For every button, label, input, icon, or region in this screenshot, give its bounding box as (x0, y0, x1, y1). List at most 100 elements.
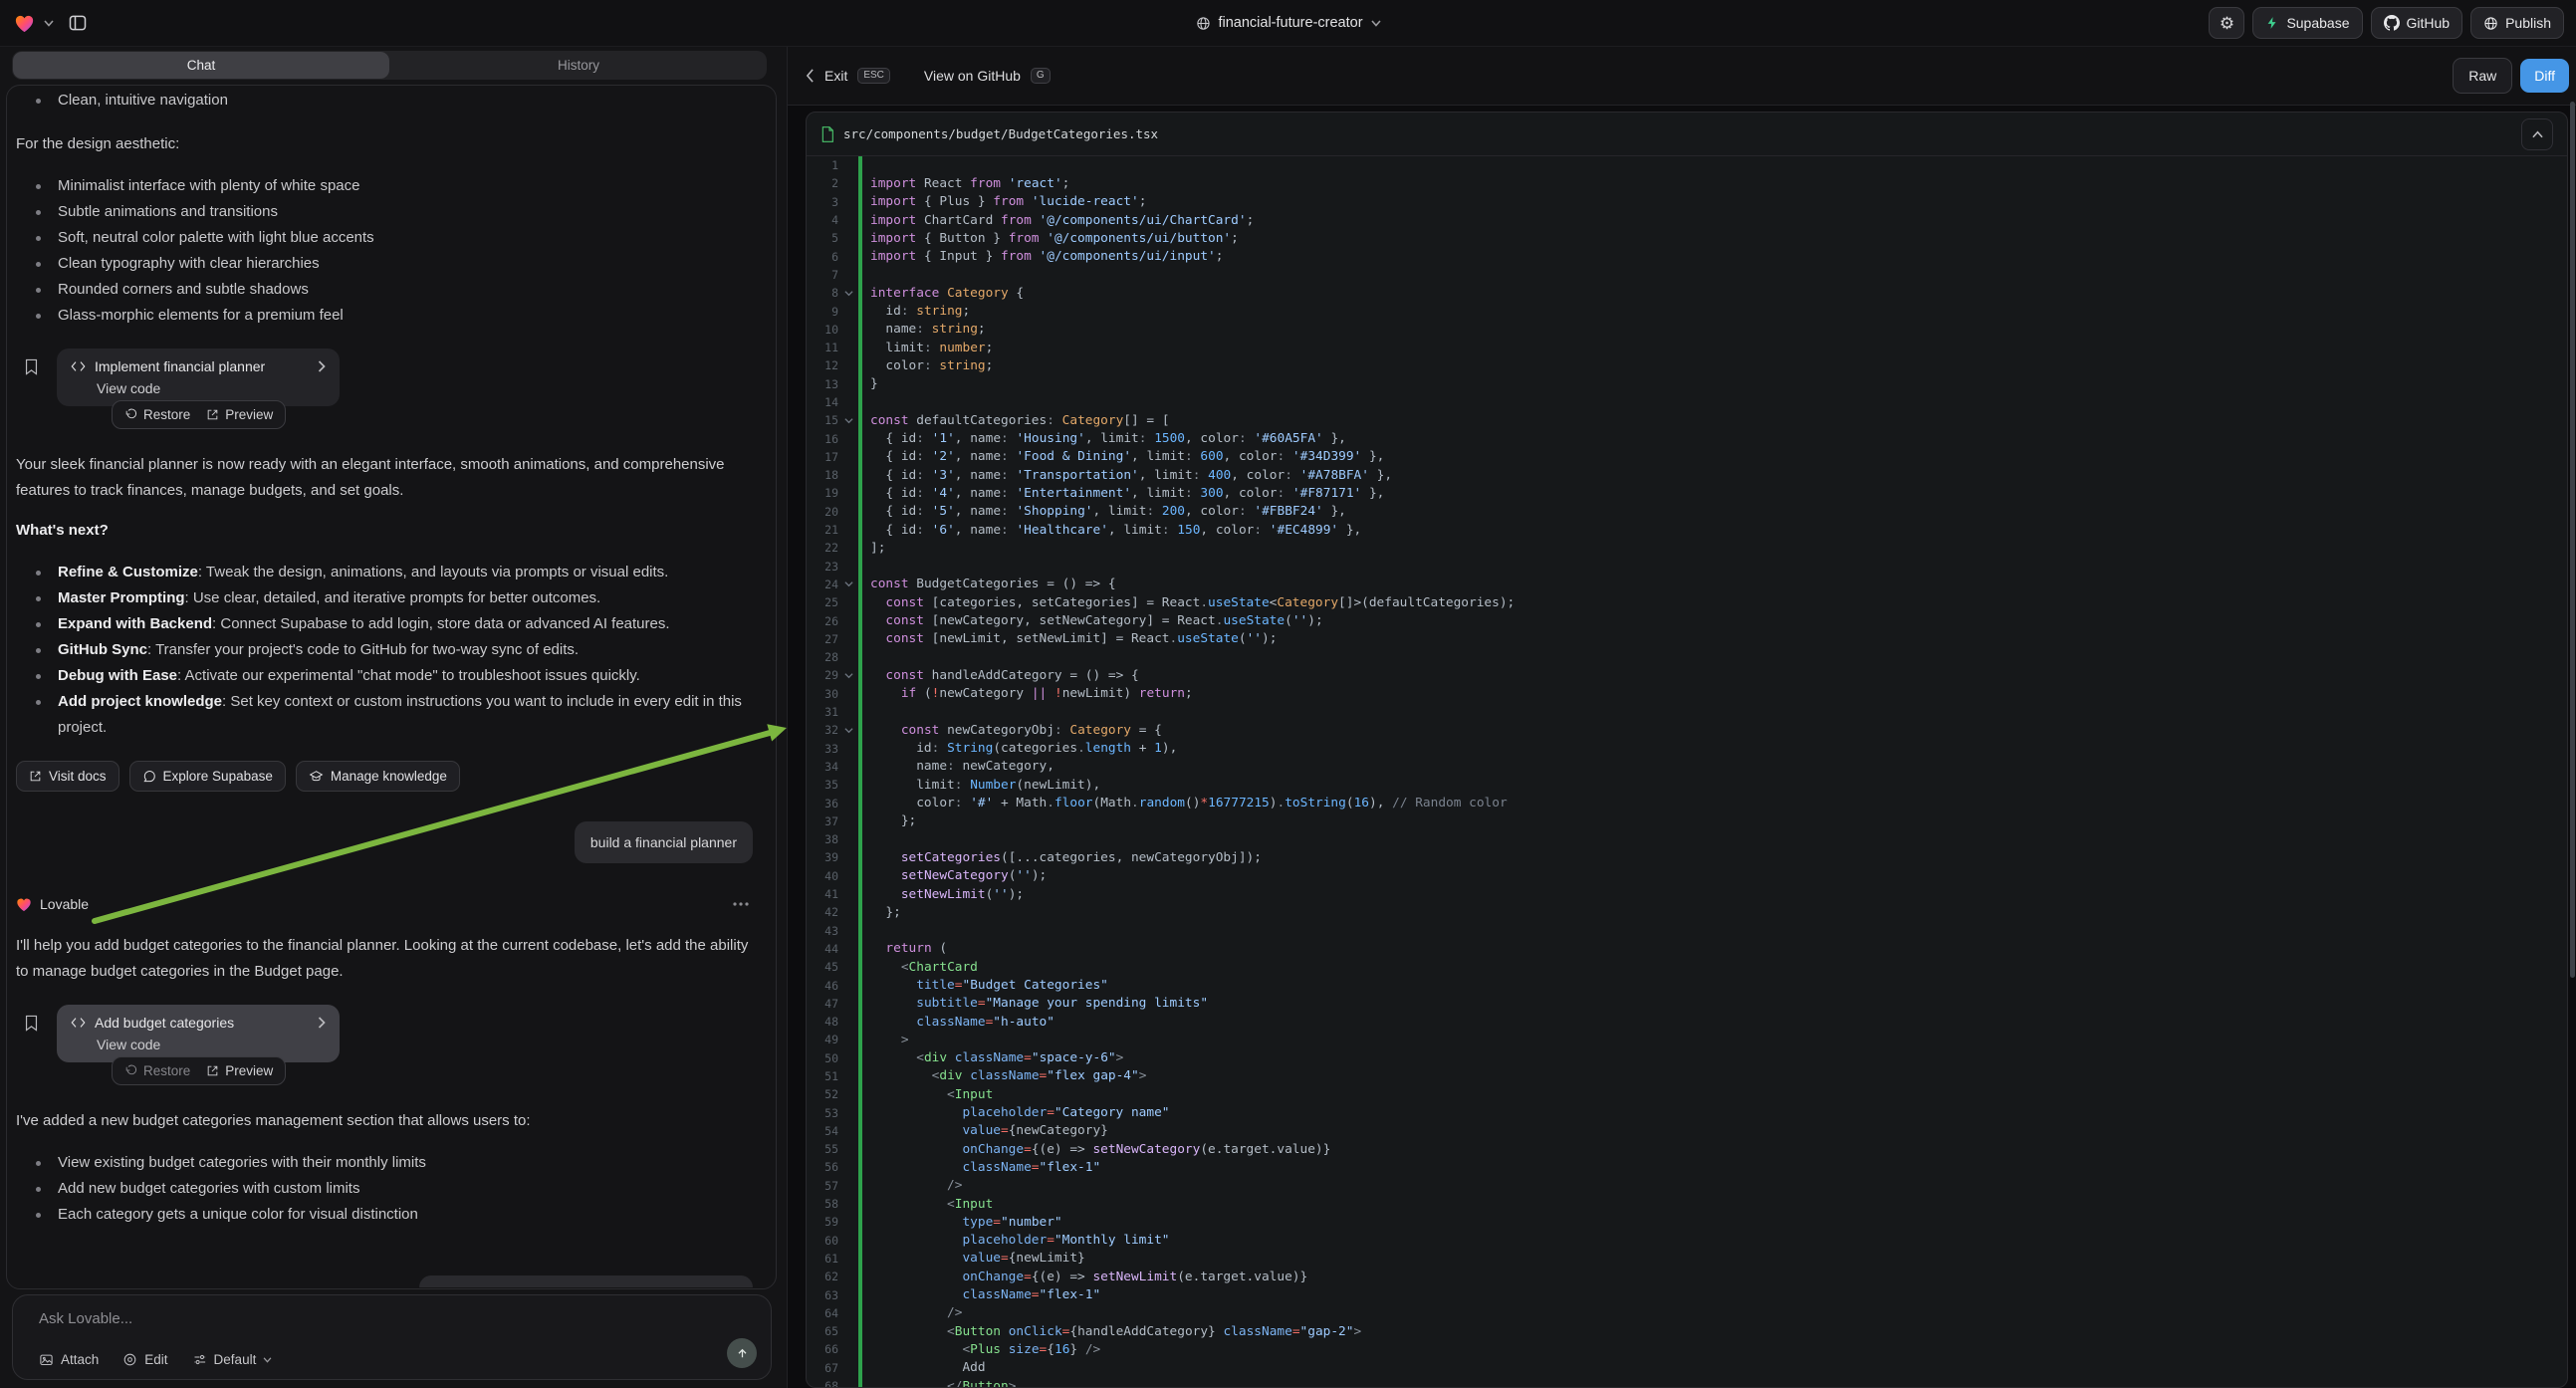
code-line: 11 limit: number; (807, 339, 2567, 356)
chat-bullet-list: View existing budget categories with the… (16, 1150, 763, 1228)
preview-label: Preview (225, 1058, 273, 1084)
version-card-block: Implement financial plannerView codeRest… (16, 348, 763, 434)
diff-toggle-button[interactable]: Diff (2520, 59, 2569, 93)
tab-chat[interactable]: Chat (13, 52, 389, 79)
line-number: 32 (807, 723, 838, 737)
supabase-button[interactable]: Supabase (2252, 7, 2362, 39)
line-number: 25 (807, 595, 838, 609)
manage-knowledge-button[interactable]: Manage knowledge (296, 761, 460, 792)
code-line: 17 { id: '2', name: 'Food & Dining', lim… (807, 448, 2567, 466)
view-code-link[interactable]: View code (97, 1035, 326, 1054)
publish-button[interactable]: Publish (2470, 7, 2564, 39)
fold-chevron-icon[interactable] (838, 289, 858, 298)
github-label: GitHub (2407, 15, 2451, 31)
view-on-github-link[interactable]: View on GitHub (924, 68, 1021, 84)
code-line: 25 const [categories, setCategories] = R… (807, 593, 2567, 611)
message-menu-icon[interactable] (733, 902, 763, 906)
composer[interactable]: Ask Lovable... Attach Edit (12, 1294, 772, 1380)
user-message-bubble: would be cool if you could add budget ca… (419, 1275, 753, 1287)
code-line: 19 { id: '4', name: 'Entertainment', lim… (807, 484, 2567, 502)
code-icon (71, 1017, 86, 1029)
send-button[interactable] (727, 1338, 757, 1368)
agent-message-header: Lovable (16, 893, 763, 915)
chat-heading: What's next? (16, 518, 763, 544)
app-window: financial-future-creator ⚙ Supabase GitH… (0, 0, 2576, 1388)
code-header-left: Exit ESC View on GitHub G (806, 46, 1051, 106)
code-lines: 12import React from 'react';3import { Pl… (807, 156, 2567, 1387)
chevron-right-icon (318, 360, 326, 372)
line-number: 5 (807, 231, 838, 245)
code-line: 68 </Button> (807, 1377, 2567, 1387)
line-number: 12 (807, 358, 838, 372)
line-number: 26 (807, 614, 838, 628)
code-line: 31 (807, 703, 2567, 721)
version-card[interactable]: Add budget categoriesView code (57, 1005, 340, 1062)
line-number: 60 (807, 1234, 838, 1248)
github-button[interactable]: GitHub (2371, 7, 2463, 39)
edit-button[interactable]: Edit (122, 1352, 167, 1367)
restore-icon (124, 1064, 137, 1077)
explore-supabase-button[interactable]: Explore Supabase (129, 761, 286, 792)
code-line: 5import { Button } from '@/components/ui… (807, 229, 2567, 247)
attach-label: Attach (61, 1352, 99, 1367)
supabase-label: Supabase (2286, 15, 2349, 31)
chat-paragraph: I've added a new budget categories manag… (16, 1108, 763, 1134)
bookmark-icon[interactable] (24, 358, 39, 375)
collapse-file-button[interactable] (2521, 118, 2553, 150)
github-icon (2384, 15, 2400, 31)
composer-input[interactable]: Ask Lovable... (39, 1310, 132, 1327)
chat-paragraph: Your sleek financial planner is now read… (16, 452, 763, 504)
code-line: 39 setCategories([...categories, newCate… (807, 848, 2567, 866)
lovable-logo-icon[interactable] (14, 14, 35, 33)
fold-chevron-icon[interactable] (838, 671, 858, 680)
back-chevron-icon[interactable] (806, 69, 815, 83)
restore-button[interactable]: Restore (124, 402, 190, 428)
exit-button[interactable]: Exit (824, 68, 847, 84)
code-line: 54 value={newCategory} (807, 1122, 2567, 1140)
line-number: 63 (807, 1288, 838, 1302)
user-message-bubble: build a financial planner (575, 821, 753, 863)
visit-docs-button[interactable]: Visit docs (16, 761, 119, 792)
code-line: 50 <div className="space-y-6"> (807, 1049, 2567, 1067)
line-number: 59 (807, 1215, 838, 1229)
publish-globe-icon (2483, 16, 2498, 31)
code-line: 34 name: newCategory, (807, 758, 2567, 776)
diff-added-indicator (858, 156, 862, 1387)
chat-bullet-item: Refine & Customize: Tweak the design, an… (16, 560, 763, 585)
code-line: 46 title="Budget Categories" (807, 976, 2567, 994)
code-line: 8interface Category { (807, 284, 2567, 302)
chat-bullet-item: Clean, intuitive navigation (16, 88, 763, 114)
fold-chevron-icon[interactable] (838, 416, 858, 425)
external-icon (29, 770, 42, 783)
file-header[interactable]: src/components/budget/BudgetCategories.t… (807, 113, 2567, 156)
preview-button[interactable]: Preview (206, 402, 273, 428)
preview-icon (206, 1064, 219, 1077)
line-number: 13 (807, 377, 838, 391)
logo-chevron-down-icon[interactable] (44, 20, 54, 27)
version-card[interactable]: Implement financial plannerView code (57, 348, 340, 406)
code-line: 58 <Input (807, 1195, 2567, 1213)
sidebar-toggle-icon[interactable] (63, 8, 93, 38)
code-scrollbar-thumb[interactable] (2570, 102, 2575, 978)
fold-chevron-icon[interactable] (838, 726, 858, 735)
bookmark-icon[interactable] (24, 1015, 39, 1032)
code-line: 36 color: '#' + Math.floor(Math.random()… (807, 794, 2567, 811)
line-number: 67 (807, 1361, 838, 1375)
fold-chevron-icon[interactable] (838, 579, 858, 588)
code-body: 12import React from 'react';3import { Pl… (807, 156, 2567, 1387)
code-line: 13} (807, 375, 2567, 393)
mode-selector[interactable]: Default (192, 1352, 273, 1367)
line-number: 27 (807, 632, 838, 646)
preview-button[interactable]: Preview (206, 1058, 273, 1084)
settings-button[interactable]: ⚙ (2209, 7, 2244, 39)
code-line: 49 > (807, 1031, 2567, 1048)
file-path: src/components/budget/BudgetCategories.t… (843, 126, 1158, 141)
attach-button[interactable]: Attach (39, 1352, 99, 1367)
raw-toggle-button[interactable]: Raw (2453, 58, 2512, 94)
view-code-link[interactable]: View code (97, 378, 326, 398)
code-line: 32 const newCategoryObj: Category = { (807, 721, 2567, 739)
supabase-icon (2265, 15, 2279, 31)
tab-history[interactable]: History (390, 51, 767, 80)
restore-button[interactable]: Restore (124, 1058, 190, 1084)
project-selector[interactable]: financial-future-creator (1195, 0, 1380, 46)
